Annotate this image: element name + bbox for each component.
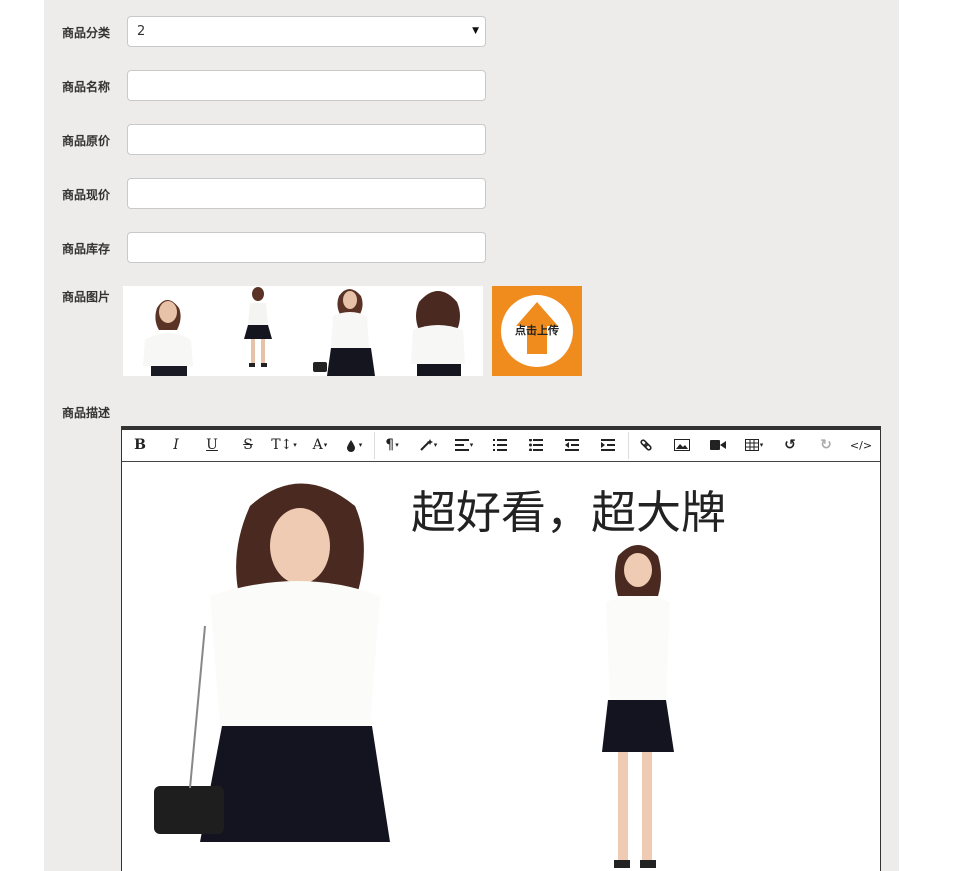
description-heading: 超好看，超大牌	[411, 486, 727, 539]
unordered-list-button[interactable]	[521, 430, 551, 461]
magic-wand-icon	[420, 439, 433, 451]
ordered-list-icon	[493, 439, 507, 451]
image-icon	[674, 439, 690, 451]
dropdown-caret-icon: ▾	[433, 441, 438, 449]
editor-toolbar: B I U S T↕▾ A▾ ▾ ¶▾ ▾ ▾ ▾ ↺ ↻ </>	[122, 430, 880, 462]
toolbar-divider	[374, 432, 375, 459]
dropdown-caret-icon: ▾	[469, 441, 474, 449]
original-price-input[interactable]	[127, 124, 486, 155]
strikethrough-button[interactable]: S	[233, 430, 263, 461]
ordered-list-button[interactable]	[485, 430, 515, 461]
undo-button[interactable]: ↺	[775, 430, 805, 461]
product-form: 商品分类 2 ▼ 商品名称 商品原价 商品现价 商品库存 商品图片 点击上传 商…	[44, 0, 899, 871]
dropdown-caret-icon: ▾	[395, 441, 399, 449]
chevron-down-icon: ▼	[472, 26, 479, 36]
align-button[interactable]: ▾	[449, 430, 479, 461]
paragraph-button[interactable]: ¶▾	[377, 430, 407, 461]
indent-button[interactable]	[593, 430, 623, 461]
italic-button[interactable]: I	[161, 430, 191, 461]
paragraph-icon: ¶	[385, 437, 395, 453]
description-image	[582, 542, 692, 871]
upload-image-button[interactable]: 点击上传	[492, 286, 582, 376]
outdent-icon	[565, 439, 579, 451]
font-color-icon: A	[312, 437, 323, 453]
product-thumbnail[interactable]	[303, 286, 393, 376]
video-icon	[710, 440, 726, 450]
style-button[interactable]: ▾	[413, 430, 443, 461]
underline-icon: U	[206, 437, 218, 453]
video-button[interactable]	[703, 430, 733, 461]
image-button[interactable]	[667, 430, 697, 461]
product-thumbnail[interactable]	[123, 286, 213, 376]
stock-input[interactable]	[127, 232, 486, 263]
images-label: 商品图片	[62, 290, 111, 304]
stock-label: 商品库存	[62, 242, 111, 256]
table-button[interactable]: ▾	[739, 430, 769, 461]
font-size-icon: T↕	[271, 437, 293, 453]
outdent-button[interactable]	[557, 430, 587, 461]
description-label: 商品描述	[62, 406, 111, 420]
name-label: 商品名称	[62, 80, 111, 94]
original-price-label: 商品原价	[62, 134, 111, 148]
dropdown-caret-icon: ▾	[293, 441, 297, 449]
align-icon	[454, 439, 469, 451]
editor-content[interactable]: 超好看，超大牌	[122, 462, 880, 871]
dropdown-caret-icon: ▾	[323, 441, 328, 449]
link-icon	[640, 439, 652, 451]
code-view-button[interactable]: </>	[846, 430, 876, 461]
font-size-button[interactable]: T↕▾	[269, 430, 299, 461]
table-icon	[744, 439, 759, 451]
rich-text-editor[interactable]: B I U S T↕▾ A▾ ▾ ¶▾ ▾ ▾ ▾ ↺ ↻ </> 超好看，超大…	[121, 426, 881, 871]
product-thumbnail[interactable]	[213, 286, 303, 376]
upload-label: 点击上传	[515, 324, 559, 337]
category-label: 商品分类	[62, 26, 111, 40]
description-image	[150, 476, 400, 842]
bold-icon: B	[134, 437, 146, 453]
link-button[interactable]	[631, 430, 661, 461]
dropdown-caret-icon: ▾	[358, 441, 363, 449]
highlight-color-button[interactable]: ▾	[338, 430, 368, 461]
unordered-list-icon	[529, 438, 543, 452]
toolbar-divider	[628, 432, 629, 459]
indent-icon	[601, 439, 615, 451]
dropdown-caret-icon: ▾	[759, 441, 764, 449]
strikethrough-icon: S	[243, 437, 253, 453]
font-color-button[interactable]: A▾	[305, 430, 335, 461]
category-select[interactable]: 2 ▼	[127, 16, 486, 47]
current-price-input[interactable]	[127, 178, 486, 209]
code-view-icon: </>	[849, 439, 873, 452]
redo-icon: ↻	[820, 437, 832, 453]
highlight-icon	[346, 440, 355, 452]
category-select-value: 2	[137, 24, 146, 39]
product-thumbnail[interactable]	[393, 286, 483, 376]
current-price-label: 商品现价	[62, 188, 111, 202]
bold-button[interactable]: B	[125, 430, 155, 461]
underline-button[interactable]: U	[197, 430, 227, 461]
undo-icon: ↺	[784, 437, 796, 453]
name-input[interactable]	[127, 70, 486, 101]
italic-icon: I	[173, 437, 179, 453]
product-image-thumbnails	[123, 286, 483, 376]
redo-button[interactable]: ↻	[811, 430, 841, 461]
